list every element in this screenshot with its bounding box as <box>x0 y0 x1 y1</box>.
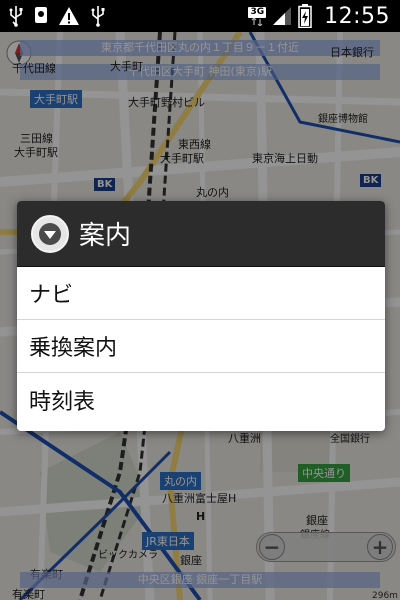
menu-item-timetable[interactable]: 時刻表 <box>17 373 385 426</box>
network-type-label: 3G <box>248 6 267 18</box>
usb-icon <box>8 5 24 27</box>
usb-debug-icon <box>90 5 106 27</box>
menu-item-transfer-guide[interactable]: 乗換案内 <box>17 320 385 373</box>
location-tag-icon <box>34 6 48 26</box>
network-type-icon: 3G <box>248 6 267 26</box>
dialog-title: 案内 <box>79 221 132 251</box>
guide-dialog: 案内 ナビ 乗換案内 時刻表 <box>17 201 385 431</box>
dialog-header: 案内 <box>17 201 385 267</box>
warning-icon <box>58 6 80 26</box>
signal-strength-icon <box>272 6 292 26</box>
battery-icon <box>298 4 312 28</box>
chevron-down-circle-icon <box>31 214 69 253</box>
status-bar: 3G 12:55 <box>0 0 400 32</box>
clock: 12:55 <box>324 3 390 29</box>
menu-item-navi[interactable]: ナビ <box>17 267 385 320</box>
